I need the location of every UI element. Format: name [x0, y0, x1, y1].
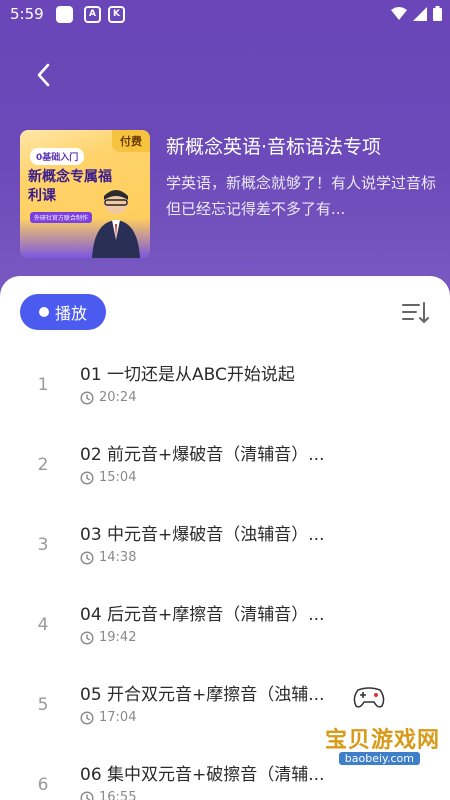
- episode-index: 3: [37, 535, 49, 555]
- signal-icon: [413, 6, 427, 21]
- status-time: 5:59: [10, 5, 44, 23]
- episode-index: 4: [37, 615, 49, 635]
- episode-duration: 16:55: [99, 790, 137, 800]
- episode-item[interactable]: 4 04 后元音+摩擦音（清辅音）... 19:42: [0, 588, 450, 668]
- episode-duration-row: 14:38: [80, 550, 136, 565]
- episode-index: 5: [37, 695, 49, 715]
- course-title: 新概念英语·音标语法专项: [166, 136, 382, 158]
- episode-item[interactable]: 2 02 前元音+爆破音（清辅音）... 15:04: [0, 428, 450, 508]
- clock-icon: [80, 791, 94, 800]
- wifi-icon: [391, 6, 407, 20]
- episode-title: 03 中元音+爆破音（浊辅音）...: [80, 525, 325, 545]
- cover-level-pill: 0基础入门: [30, 148, 85, 165]
- episode-index: 6: [37, 775, 49, 795]
- episode-duration-row: 15:04: [80, 470, 136, 485]
- sort-icon[interactable]: [400, 298, 430, 328]
- episode-duration: 19:42: [99, 630, 137, 645]
- clock-icon: [80, 390, 94, 405]
- a-letter-icon: A: [84, 6, 101, 23]
- episode-duration: 20:24: [99, 390, 137, 405]
- status-indicators: [391, 6, 442, 21]
- site-watermark: 宝贝游戏网 baobeiy.com: [290, 684, 440, 784]
- episode-title: 01 一切还是从ABC开始说起: [80, 365, 295, 385]
- back-chevron-icon[interactable]: [30, 60, 60, 90]
- status-bar: 5:59 A K: [0, 0, 450, 30]
- episode-title: 02 前元音+爆破音（清辅音）...: [80, 445, 325, 465]
- k-letter-icon: K: [108, 6, 125, 23]
- episode-duration: 17:04: [99, 710, 137, 725]
- clock-icon: [80, 630, 94, 645]
- episode-title: 04 后元音+摩擦音（清辅音）...: [80, 605, 325, 625]
- play-label: 播放: [54, 304, 87, 323]
- gamepad-icon: [353, 687, 385, 708]
- play-all-button[interactable]: 播放: [20, 294, 106, 330]
- teacher-portrait-icon: [92, 190, 140, 258]
- episode-item[interactable]: 3 03 中元音+爆破音（浊辅音）... 14:38: [0, 508, 450, 588]
- episode-duration: 14:38: [99, 550, 137, 565]
- episode-title: 05 开合双元音+摩擦音（浊辅...: [80, 685, 325, 705]
- course-cover-image: 付费 0基础入门 新概念专属福利课 外研社官方联合制作: [20, 130, 150, 258]
- course-header: 5:59 A K 付费 0基础入门 新概念专属福利课 外研社官方联合制作 新概念…: [0, 0, 450, 300]
- episode-item[interactable]: 1 01 一切还是从ABC开始说起 20:24: [0, 348, 450, 428]
- course-description: 学英语，新概念就够了！有人说学过音标但已经忘记得差不多了有...: [166, 174, 437, 218]
- clock-icon: [80, 550, 94, 565]
- app-square-icon: [56, 6, 73, 23]
- watermark-title: 宝贝游戏网: [324, 728, 440, 753]
- episode-index: 2: [37, 455, 49, 475]
- episode-index: 1: [37, 375, 49, 395]
- clock-icon: [80, 470, 94, 485]
- episode-duration-row: 16:55: [80, 790, 136, 800]
- paid-badge: 付费: [112, 130, 150, 152]
- episode-duration-row: 20:24: [80, 390, 136, 405]
- episode-duration-row: 17:04: [80, 710, 136, 725]
- episode-title: 06 集中双元音+破擦音（清辅...: [80, 765, 325, 785]
- episode-duration-row: 19:42: [80, 630, 136, 645]
- battery-icon: [433, 6, 442, 21]
- play-icon: [38, 307, 49, 317]
- watermark-url: baobeiy.com: [338, 752, 420, 765]
- clock-icon: [80, 710, 94, 725]
- episode-duration: 15:04: [99, 470, 137, 485]
